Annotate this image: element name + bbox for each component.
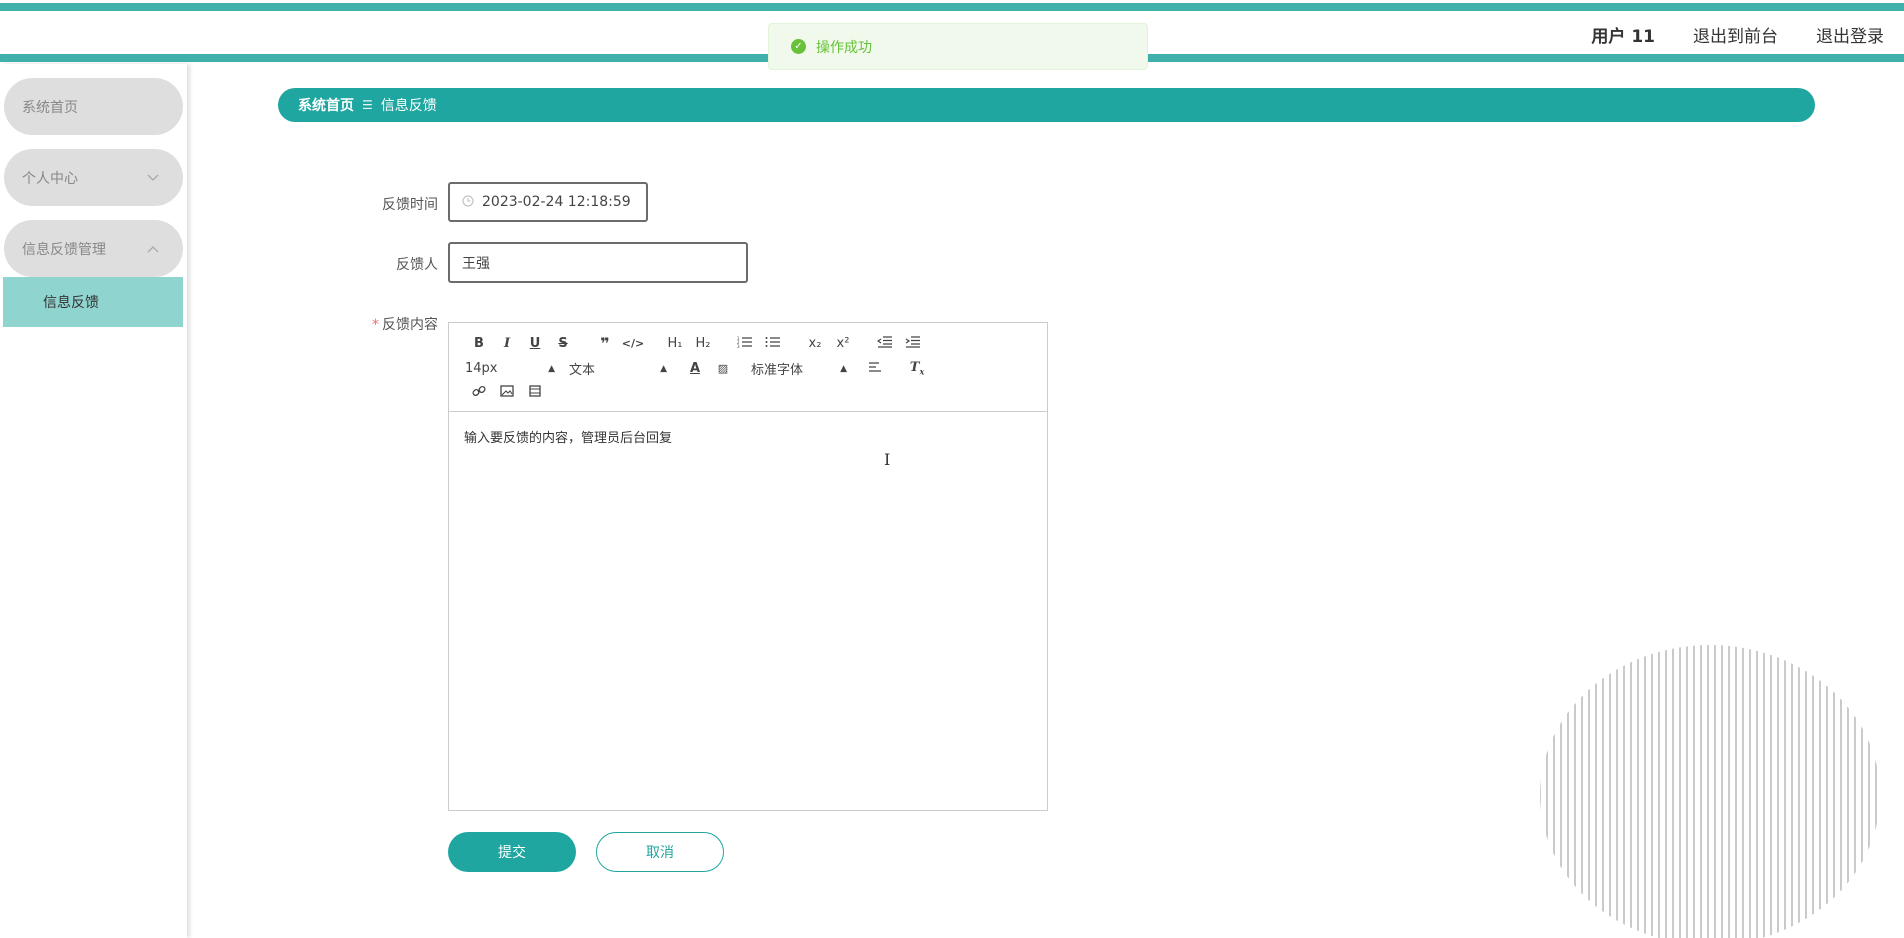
cancel-button[interactable]: 取消 xyxy=(596,832,724,872)
align-icon[interactable] xyxy=(861,361,889,377)
breadcrumb: 系统首页 ☰ 信息反馈 xyxy=(278,88,1815,122)
logout-link[interactable]: 退出登录 xyxy=(1816,22,1884,47)
feedback-time-label: 反馈时间 xyxy=(382,197,438,213)
back-to-front-link[interactable]: 退出到前台 xyxy=(1693,22,1778,47)
submit-button[interactable]: 提交 xyxy=(448,832,576,872)
editor-toolbar: B I U S ❞ </> H₁ H₂ 123 x₂ x² 14px ▲ 文本 … xyxy=(449,323,1047,412)
underline-icon[interactable]: U xyxy=(521,336,549,351)
header-nav: 用户 11 退出到前台 退出登录 xyxy=(1591,22,1884,47)
feedback-person-field[interactable]: 王强 xyxy=(448,242,748,283)
video-icon[interactable] xyxy=(521,385,549,401)
select-arrows-icon: ▲ xyxy=(548,363,555,374)
sidebar-item-label: 信息反馈管理 xyxy=(22,241,106,258)
strikethrough-icon[interactable]: S xyxy=(549,336,577,351)
breadcrumb-current: 信息反馈 xyxy=(380,98,437,114)
sidebar-item-home[interactable]: 系统首页 xyxy=(4,78,183,135)
header-stripe-top xyxy=(0,3,1904,11)
sidebar: 系统首页 个人中心 信息反馈管理 信息反馈 xyxy=(0,64,187,938)
subscript-icon[interactable]: x₂ xyxy=(801,336,829,351)
select-arrows-icon: ▲ xyxy=(660,363,667,374)
outdent-icon[interactable] xyxy=(871,335,899,352)
heading-2-icon[interactable]: H₂ xyxy=(689,336,717,351)
text-cursor-icon: I xyxy=(884,450,891,469)
success-toast: ✓ 操作成功 xyxy=(768,23,1148,70)
svg-text:3: 3 xyxy=(737,344,740,348)
text-type-value: 文本 xyxy=(569,363,596,378)
select-arrows-icon: ▲ xyxy=(840,363,847,374)
decorative-striped-circle xyxy=(1540,645,1877,938)
indent-icon[interactable] xyxy=(899,335,927,352)
breadcrumb-separator-icon: ☰ xyxy=(362,98,373,112)
feedback-person-label: 反馈人 xyxy=(396,257,438,273)
feedback-person-value: 王强 xyxy=(462,255,490,272)
editor-content[interactable]: 输入要反馈的内容，管理员后台回复 xyxy=(464,427,672,446)
toolbar-row-2: 14px ▲ 文本 ▲ A ▨ 标准字体 ▲ Tx xyxy=(465,359,931,378)
clock-icon xyxy=(462,195,474,210)
code-block-icon[interactable]: </> xyxy=(619,337,647,350)
background-color-icon[interactable]: ▨ xyxy=(709,362,737,375)
sidebar-subitem-label: 信息反馈 xyxy=(43,295,99,311)
toolbar-row-1: B I U S ❞ </> H₁ H₂ 123 x₂ x² xyxy=(465,334,927,353)
font-color-icon[interactable]: A xyxy=(681,361,709,376)
toast-message: 操作成功 xyxy=(816,39,872,56)
chevron-down-icon xyxy=(147,171,159,185)
toolbar-row-3 xyxy=(465,384,549,402)
font-family-value: 标准字体 xyxy=(751,363,804,378)
font-size-value: 14px xyxy=(465,361,498,376)
required-mark: * xyxy=(372,317,379,333)
italic-icon[interactable]: I xyxy=(493,336,521,351)
superscript-icon[interactable]: x² xyxy=(829,336,857,351)
sidebar-item-feedback-management[interactable]: 信息反馈管理 xyxy=(4,220,183,277)
ordered-list-icon[interactable]: 123 xyxy=(731,336,759,352)
text-type-select[interactable]: 文本 ▲ xyxy=(569,359,667,378)
sidebar-item-profile[interactable]: 个人中心 xyxy=(4,149,183,206)
clear-format-icon[interactable]: Tx xyxy=(903,360,931,377)
heading-1-icon[interactable]: H₁ xyxy=(661,336,689,351)
sidebar-item-label: 系统首页 xyxy=(22,99,78,116)
feedback-time-field[interactable]: 2023-02-24 12:18:59 xyxy=(448,182,648,222)
sidebar-item-label: 个人中心 xyxy=(22,170,78,187)
link-icon[interactable] xyxy=(465,384,493,402)
chevron-up-icon xyxy=(147,242,159,256)
rich-text-editor[interactable]: B I U S ❞ </> H₁ H₂ 123 x₂ x² 14px ▲ 文本 … xyxy=(448,322,1048,811)
font-family-select[interactable]: 标准字体 ▲ xyxy=(751,359,847,378)
image-icon[interactable] xyxy=(493,385,521,401)
feedback-content-label-text: 反馈内容 xyxy=(382,317,438,333)
feedback-content-label: * 反馈内容 xyxy=(278,314,438,334)
bold-icon[interactable]: B xyxy=(465,336,493,351)
feedback-time-value: 2023-02-24 12:18:59 xyxy=(482,194,631,210)
sidebar-subitem-feedback[interactable]: 信息反馈 xyxy=(3,277,183,327)
bullet-list-icon[interactable] xyxy=(759,336,787,352)
breadcrumb-home[interactable]: 系统首页 xyxy=(298,95,354,115)
font-size-select[interactable]: 14px ▲ xyxy=(465,361,555,376)
blockquote-icon[interactable]: ❞ xyxy=(591,334,619,353)
check-circle-icon: ✓ xyxy=(791,39,806,54)
current-user: 用户 11 xyxy=(1591,27,1655,47)
